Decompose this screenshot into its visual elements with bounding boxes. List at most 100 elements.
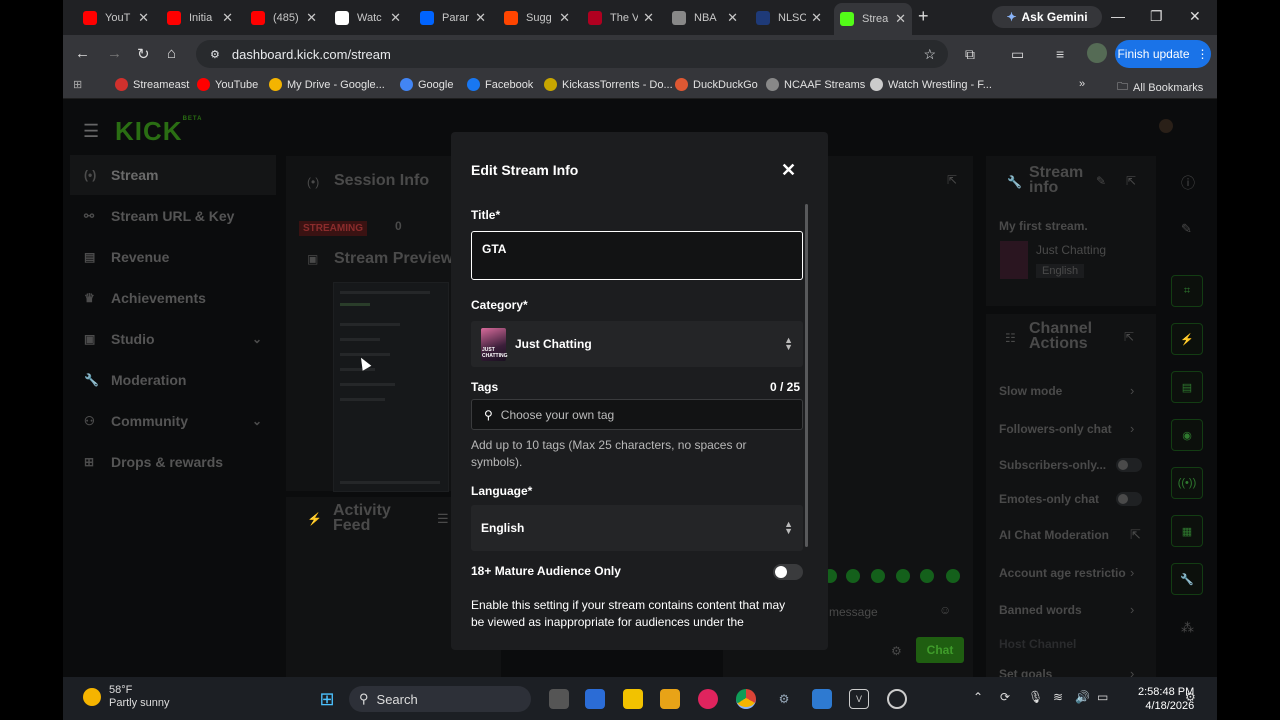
sidebar-item-drops-rewards[interactable]: ⊞ Drops & rewards: [70, 442, 276, 482]
wifi-icon[interactable]: ≋: [1053, 690, 1063, 704]
sidebar-item-stream[interactable]: (•) Stream: [70, 155, 276, 195]
tab-close-icon[interactable]: ✕: [559, 10, 570, 26]
title-input[interactable]: GTA: [471, 231, 803, 280]
rail-wrench-button[interactable]: 🔧: [1171, 563, 1203, 595]
tray-overflow-icon[interactable]: ⌃: [973, 690, 983, 704]
browser-tab[interactable]: NBA ✕: [666, 5, 744, 31]
channel-action-item[interactable]: Account age restrictio: [999, 566, 1126, 580]
emote-icon[interactable]: [896, 569, 910, 583]
browser-tab[interactable]: Initia ✕: [161, 5, 239, 31]
notification-icon[interactable]: ⚙: [1185, 690, 1196, 704]
weather-widget[interactable]: 58°F Partly sunny: [83, 684, 170, 710]
home-icon[interactable]: ⌂: [167, 45, 176, 62]
emoji-icon[interactable]: ☺: [939, 603, 951, 617]
finish-update-button[interactable]: Finish update ⋮: [1115, 40, 1211, 68]
emote-icon[interactable]: [871, 569, 885, 583]
chat-input[interactable]: message: [829, 605, 878, 619]
sidebar-item-revenue[interactable]: ▤ Revenue: [70, 237, 276, 277]
mic-icon[interactable]: 🎙: [1028, 690, 1043, 704]
chevron-right-icon[interactable]: ›: [1130, 565, 1134, 580]
bookmark-link[interactable]: Google: [400, 78, 453, 91]
browser-tab[interactable]: Sugg ✕: [498, 5, 576, 31]
cast-icon[interactable]: ▭: [1011, 46, 1024, 63]
tab-close-icon[interactable]: ✕: [895, 11, 906, 27]
bookmark-link[interactable]: Facebook: [467, 78, 533, 91]
chevron-down-icon[interactable]: ⌄: [252, 332, 262, 346]
rail-notes-button[interactable]: ▤: [1171, 371, 1203, 403]
settings-icon[interactable]: ⚙: [774, 689, 794, 709]
emote-icon[interactable]: [946, 569, 960, 583]
maximize-button[interactable]: ❐: [1150, 8, 1163, 25]
edit-icon[interactable]: ✎: [1096, 174, 1106, 188]
forward-icon[interactable]: →: [107, 45, 122, 62]
emote-icon[interactable]: [846, 569, 860, 583]
chevron-right-icon[interactable]: ›: [1130, 602, 1134, 617]
browser-tab[interactable]: The V ✕: [582, 5, 660, 31]
menu-icon[interactable]: ☰: [83, 121, 99, 142]
tab-close-icon[interactable]: ✕: [811, 10, 822, 26]
tab-close-icon[interactable]: ✕: [138, 10, 149, 26]
community-rail-icon[interactable]: ⁂: [1181, 620, 1194, 636]
popout-icon[interactable]: ⇱: [947, 173, 957, 187]
sidebar-item-community[interactable]: ⚇ Community ⌄: [70, 401, 276, 441]
chevron-right-icon[interactable]: ›: [1130, 383, 1134, 398]
browser-tab[interactable]: Strea ✕: [834, 3, 912, 35]
store-icon[interactable]: [585, 689, 605, 709]
taskbar-search[interactable]: ⚲ Search: [349, 686, 531, 712]
tab-close-icon[interactable]: ✕: [643, 10, 654, 26]
rail-lightning-button[interactable]: ⚡: [1171, 323, 1203, 355]
modal-scrollbar[interactable]: [805, 204, 808, 547]
media-icon[interactable]: ≡: [1056, 46, 1064, 62]
browser-tab[interactable]: Parar ✕: [414, 5, 492, 31]
rail-chat-button[interactable]: ◉: [1171, 419, 1203, 451]
bookmark-link[interactable]: DuckDuckGo: [675, 78, 758, 91]
browser-tab[interactable]: NLSC ✕: [750, 5, 828, 31]
sync-icon[interactable]: ⟳: [1000, 690, 1010, 704]
channel-action-item[interactable]: Slow mode: [999, 384, 1062, 398]
user-avatar[interactable]: [1159, 119, 1173, 133]
channel-action-item[interactable]: AI Chat Moderation: [999, 528, 1109, 542]
category-select[interactable]: JUST CHATTING Just Chatting ▲ ▼: [471, 321, 803, 367]
back-icon[interactable]: ←: [75, 45, 90, 62]
file-explorer-icon[interactable]: [660, 689, 680, 709]
apps-icon[interactable]: ⊞: [73, 78, 82, 91]
language-select[interactable]: English ▲ ▼: [471, 505, 803, 551]
tag-search-input[interactable]: ⚲ Choose your own tag: [471, 399, 803, 430]
chevron-down-icon[interactable]: ⌄: [252, 414, 262, 428]
bookmark-star-icon[interactable]: ☆: [923, 46, 936, 63]
channel-action-item[interactable]: Subscribers-only...: [999, 458, 1106, 472]
game-icon[interactable]: V: [849, 689, 869, 709]
bookmark-link[interactable]: YouTube: [197, 78, 258, 91]
bookmark-link[interactable]: NCAAF Streams: [766, 78, 865, 91]
popout-icon-2[interactable]: ⇱: [1126, 174, 1136, 188]
close-icon[interactable]: ✕: [781, 160, 796, 181]
rail-clip-button[interactable]: ⌗: [1171, 275, 1203, 307]
chat-settings-icon[interactable]: ⚙: [891, 644, 902, 658]
rail-broadcast-button[interactable]: ((•)): [1171, 467, 1203, 499]
info-icon[interactable]: ⓘ: [1181, 173, 1195, 193]
ask-gemini-button[interactable]: ✦ Ask Gemini: [992, 6, 1102, 28]
browser-tab[interactable]: YouT ✕: [77, 5, 155, 31]
app-icon[interactable]: [887, 689, 907, 709]
emote-icon[interactable]: [920, 569, 934, 583]
tab-close-icon[interactable]: ✕: [222, 10, 233, 26]
bookmark-link[interactable]: Streameast: [115, 78, 189, 91]
external-link-icon[interactable]: ⇱: [1130, 527, 1141, 543]
volume-icon[interactable]: 🔊: [1075, 690, 1090, 704]
minimize-button[interactable]: —: [1111, 8, 1125, 24]
action-toggle[interactable]: [1116, 492, 1142, 506]
photos-icon[interactable]: [812, 689, 832, 709]
channel-action-item[interactable]: Emotes-only chat: [999, 492, 1099, 506]
chrome-icon[interactable]: [736, 689, 756, 709]
browser-tab[interactable]: (485) ✕: [245, 5, 323, 31]
tab-close-icon[interactable]: ✕: [475, 10, 486, 26]
media-player-icon[interactable]: [698, 689, 718, 709]
task-view-icon[interactable]: [549, 689, 569, 709]
bookmark-link[interactable]: Watch Wrestling - F...: [870, 78, 992, 91]
all-bookmarks-link[interactable]: 🗀 All Bookmarks: [1117, 78, 1203, 97]
filter-icon[interactable]: ☰: [437, 511, 449, 527]
popout-icon-3[interactable]: ⇱: [1124, 330, 1134, 344]
start-icon[interactable]: ⊞: [317, 689, 337, 709]
sidebar-item-achievements[interactable]: ♛ Achievements: [70, 278, 276, 318]
battery-icon[interactable]: ▭: [1097, 690, 1108, 704]
